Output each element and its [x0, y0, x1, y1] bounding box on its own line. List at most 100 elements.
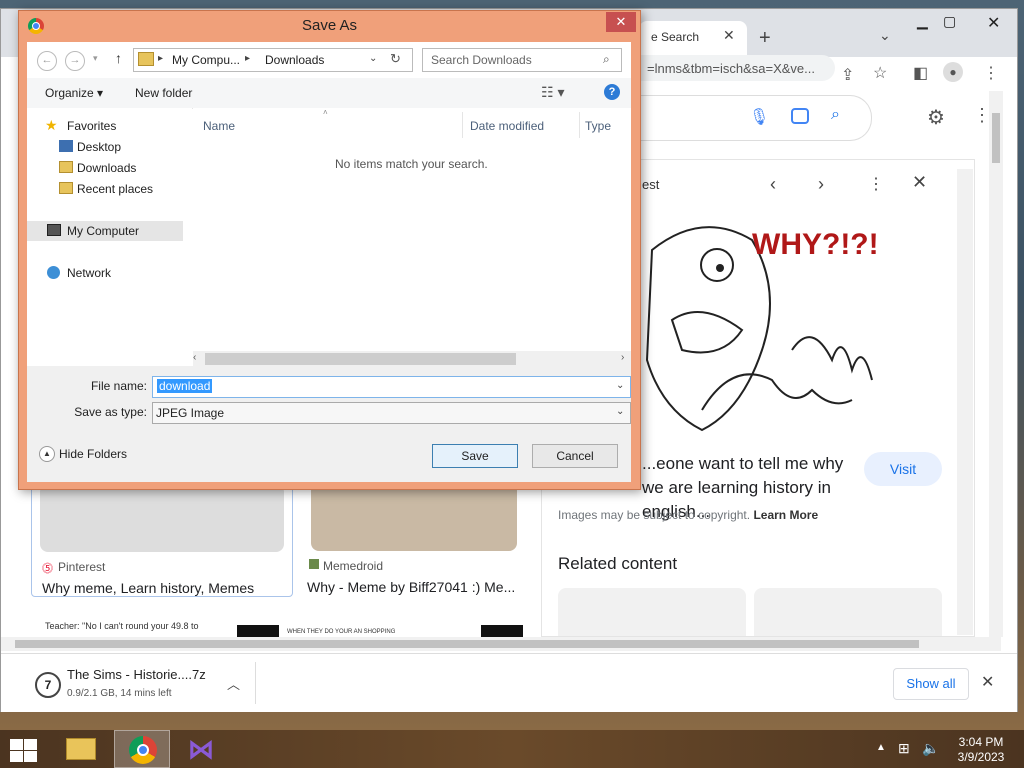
- clock-time[interactable]: 3:04 PM: [956, 735, 1006, 749]
- hide-folders-button[interactable]: Hide Folders: [59, 447, 127, 461]
- view-options-icon[interactable]: ☷ ▾: [541, 84, 564, 101]
- breadcrumb-item[interactable]: My Compu...: [172, 53, 240, 67]
- nav-item-network[interactable]: Network: [27, 263, 187, 283]
- organize-menu[interactable]: Organize ▾: [45, 86, 103, 100]
- breadcrumb[interactable]: ▸ My Compu... ▸ Downloads ⌄ ↻: [133, 48, 413, 72]
- file-list-horizontal-scrollbar[interactable]: ‹ ›: [193, 351, 631, 367]
- up-folder-icon[interactable]: ↑: [115, 50, 122, 66]
- share-icon[interactable]: ⇪: [841, 65, 854, 85]
- related-image-2[interactable]: [754, 588, 942, 636]
- settings-icon[interactable]: ⚙: [927, 105, 945, 130]
- horizontal-scrollbar[interactable]: [1, 637, 1001, 651]
- result-thumbnail[interactable]: [481, 625, 523, 637]
- horizontal-scrollbar-thumb[interactable]: [15, 640, 919, 648]
- taskbar-file-explorer[interactable]: [58, 730, 114, 768]
- show-all-button[interactable]: Show all: [893, 668, 969, 700]
- new-folder-button[interactable]: New folder: [135, 86, 192, 100]
- more-options-icon[interactable]: ⋮: [868, 174, 884, 194]
- image-result-card-2[interactable]: Memedroid Why - Meme by Biff27041 :) Me.…: [307, 479, 527, 595]
- google-search-box[interactable]: 🎙 ⌕: [641, 95, 872, 141]
- image-result-card-1[interactable]: ⓹ Pinterest Why meme, Learn history, Mem…: [31, 479, 293, 597]
- meme-image[interactable]: WHY?!?!: [642, 210, 958, 440]
- address-bar[interactable]: =lnms&tbm=isch&sa=X&ve...: [641, 55, 835, 81]
- camera-icon[interactable]: [791, 108, 809, 124]
- result-thumbnail[interactable]: [311, 483, 517, 551]
- scrollbar-thumb[interactable]: [205, 353, 516, 365]
- viewer-source[interactable]: est: [642, 177, 659, 192]
- column-divider[interactable]: [462, 112, 463, 138]
- clock-date[interactable]: 3/9/2023: [956, 750, 1006, 764]
- column-divider[interactable]: [579, 112, 580, 138]
- tab-close-icon[interactable]: ✕: [723, 27, 735, 44]
- address-dropdown-icon[interactable]: ⌄: [369, 53, 377, 64]
- download-file-name[interactable]: The Sims - Historie....7z: [67, 667, 206, 682]
- file-name-input[interactable]: download ⌄: [152, 376, 631, 398]
- save-button[interactable]: Save: [432, 444, 518, 468]
- maximize-icon[interactable]: ▢: [943, 13, 956, 30]
- search-input[interactable]: Search Downloads ⌕: [422, 48, 622, 72]
- scroll-right-icon[interactable]: ›: [621, 352, 624, 363]
- window-close-icon[interactable]: ✕: [987, 13, 1000, 33]
- mic-icon[interactable]: 🎙: [749, 107, 769, 127]
- tab-search-chevron-icon[interactable]: ⌄: [879, 27, 891, 44]
- minimize-icon[interactable]: ▁: [917, 13, 928, 30]
- column-header-type[interactable]: Type: [585, 119, 611, 133]
- forward-icon[interactable]: →: [65, 51, 85, 71]
- close-icon[interactable]: ✕: [981, 672, 994, 692]
- search-icon[interactable]: ⌕: [831, 106, 840, 124]
- desktop-icon: [59, 140, 73, 152]
- nav-item-favorites[interactable]: ★ Favorites: [27, 116, 187, 136]
- close-viewer-icon[interactable]: ✕: [912, 172, 927, 193]
- chevron-down-icon[interactable]: ⌄: [616, 380, 624, 391]
- viewer-scrollbar[interactable]: [957, 169, 973, 635]
- breadcrumb-item[interactable]: Downloads: [265, 53, 324, 67]
- save-as-type-select[interactable]: JPEG Image ⌄: [152, 402, 631, 424]
- result-thumbnail[interactable]: [237, 625, 279, 637]
- nav-item-my-computer[interactable]: My Computer: [27, 221, 183, 241]
- chevron-down-icon[interactable]: ⌄: [616, 406, 624, 417]
- column-header-date-modified[interactable]: Date modified: [470, 119, 544, 133]
- cancel-button[interactable]: Cancel: [532, 444, 618, 468]
- nav-item-recent-places[interactable]: Recent places: [27, 179, 187, 199]
- browser-tab[interactable]: e Search ✕: [639, 21, 747, 57]
- sidebar-icon[interactable]: ◧: [913, 63, 928, 83]
- profile-icon[interactable]: ●: [943, 62, 963, 82]
- chevron-up-icon[interactable]: ︿: [227, 674, 240, 693]
- help-icon[interactable]: ?: [604, 84, 620, 100]
- star-icon[interactable]: ☆: [873, 63, 887, 83]
- learn-more-link[interactable]: Learn More: [753, 508, 818, 522]
- nav-label: My Computer: [67, 224, 140, 238]
- recent-places-icon: [59, 182, 73, 194]
- visit-button[interactable]: Visit: [864, 452, 942, 486]
- back-icon[interactable]: ←: [37, 51, 57, 71]
- nav-item-desktop[interactable]: Desktop: [27, 137, 187, 157]
- related-image-1[interactable]: [558, 588, 746, 636]
- result-thumbnail[interactable]: [40, 484, 284, 552]
- dialog-close-button[interactable]: ✕: [606, 12, 636, 32]
- breadcrumb-separator-icon[interactable]: ▸: [245, 53, 250, 64]
- refresh-icon[interactable]: ↻: [390, 51, 401, 67]
- recent-locations-icon[interactable]: ▾: [93, 53, 98, 64]
- new-tab-icon[interactable]: +: [759, 27, 771, 50]
- network-icon[interactable]: ⊞: [898, 740, 910, 757]
- divider: [255, 662, 256, 704]
- taskbar-visual-studio[interactable]: ⋈: [176, 730, 232, 768]
- breadcrumb-separator-icon[interactable]: ▸: [158, 53, 163, 64]
- nav-item-downloads[interactable]: Downloads: [27, 158, 187, 178]
- menu-icon[interactable]: ⋮: [983, 63, 999, 83]
- next-icon[interactable]: ›: [818, 174, 824, 195]
- download-shelf: 7 The Sims - Historie....7z 0.9/2.1 GB, …: [1, 653, 1017, 712]
- page-scrollbar-thumb[interactable]: [992, 113, 1000, 163]
- column-header-name[interactable]: Name: [203, 119, 235, 133]
- taskbar-chrome[interactable]: [114, 730, 170, 768]
- chevron-up-icon[interactable]: ▲: [39, 446, 55, 462]
- volume-icon[interactable]: 🔈: [922, 740, 939, 757]
- start-button[interactable]: [8, 738, 38, 762]
- show-hidden-icons-icon[interactable]: ▲: [876, 742, 886, 753]
- result-title[interactable]: Why - Meme by Biff27041 :) Me...: [307, 579, 515, 595]
- page-scrollbar[interactable]: [989, 91, 1003, 637]
- previous-icon[interactable]: ‹: [770, 174, 776, 195]
- nav-label: Downloads: [77, 161, 137, 175]
- result-title[interactable]: Why meme, Learn history, Memes: [42, 580, 254, 596]
- scroll-left-icon[interactable]: ‹: [193, 352, 196, 363]
